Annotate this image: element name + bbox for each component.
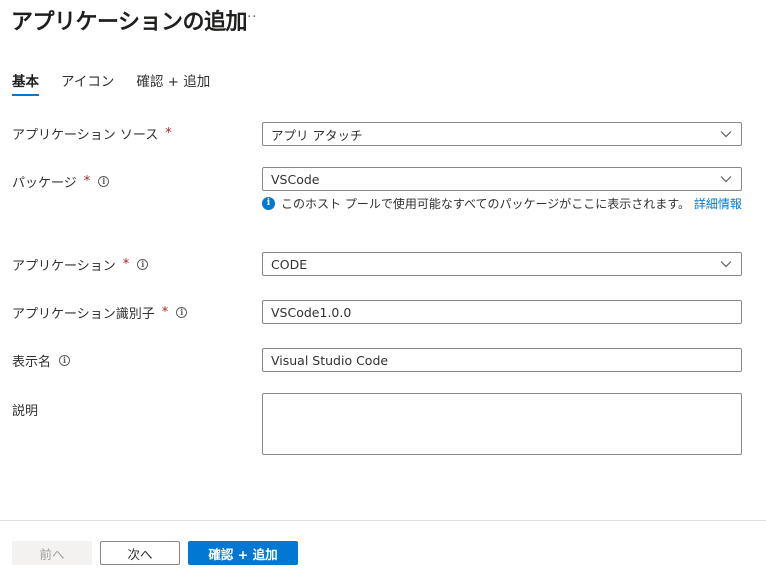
next-button[interactable]: 次へ [100,541,180,565]
required-mark: * [161,305,169,320]
application-label-text: アプリケーション [12,259,116,274]
application-identifier-label-text: アプリケーション識別子 [12,307,155,322]
package-dropdown[interactable]: VSCode [262,167,742,191]
description-label-text: 説明 [12,404,39,419]
required-mark: * [122,257,130,272]
tab-list: 基本 アイコン 確認 + 追加 [12,70,232,98]
tab-basics[interactable]: 基本 [12,70,39,97]
info-filled-icon: i [262,197,275,210]
required-mark: * [83,174,91,189]
page-title: アプリケーションの追加 [11,10,248,35]
chevron-down-icon [719,127,733,141]
application-source-label-text: アプリケーション ソース [12,128,159,143]
package-hint-text: このホスト プールで使用可能なすべてのパッケージがここに表示されます。 [281,197,691,211]
application-identifier-label: アプリケーション識別子 * i [12,303,188,322]
info-icon[interactable]: i [176,307,188,318]
package-label-text: パッケージ [12,176,77,191]
display-name-label: 表示名 i [12,351,71,370]
info-icon[interactable]: i [98,176,110,187]
application-source-dropdown[interactable]: アプリ アタッチ [262,122,742,146]
application-label: アプリケーション * i [12,255,149,274]
chevron-down-icon [719,172,733,186]
previous-button[interactable]: 前へ [12,541,92,565]
add-application-panel: アプリケーションの追加 ··· 基本 アイコン 確認 + 追加 アプリケーション… [0,0,766,573]
package-hint: i このホスト プールで使用可能なすべてのパッケージがここに表示されます。 詳細… [262,195,742,213]
required-mark: * [165,126,172,141]
display-name-input[interactable]: Visual Studio Code [262,348,742,372]
application-dropdown[interactable]: CODE [262,252,742,276]
more-options-icon[interactable]: ··· [242,10,257,25]
display-name-label-text: 表示名 [12,355,52,370]
tab-review-add[interactable]: 確認 + 追加 [136,70,210,97]
footer-divider [0,520,766,521]
application-value: CODE [271,256,308,272]
chevron-down-icon [719,257,733,271]
application-identifier-value: VSCode1.0.0 [271,304,352,320]
learn-more-link[interactable]: 詳細情報 [694,197,742,211]
application-source-value: アプリ アタッチ [271,127,363,143]
display-name-value: Visual Studio Code [271,352,389,368]
package-value: VSCode [271,171,320,187]
tab-icon[interactable]: アイコン [61,70,114,97]
description-textarea[interactable] [262,393,742,455]
application-source-label: アプリケーション ソース * [12,124,172,143]
review-add-button[interactable]: 確認 + 追加 [188,541,298,565]
info-icon[interactable]: i [59,355,71,366]
package-label: パッケージ * i [12,172,110,191]
info-icon[interactable]: i [137,259,149,270]
application-identifier-input[interactable]: VSCode1.0.0 [262,300,742,324]
description-label: 説明 [12,400,38,419]
